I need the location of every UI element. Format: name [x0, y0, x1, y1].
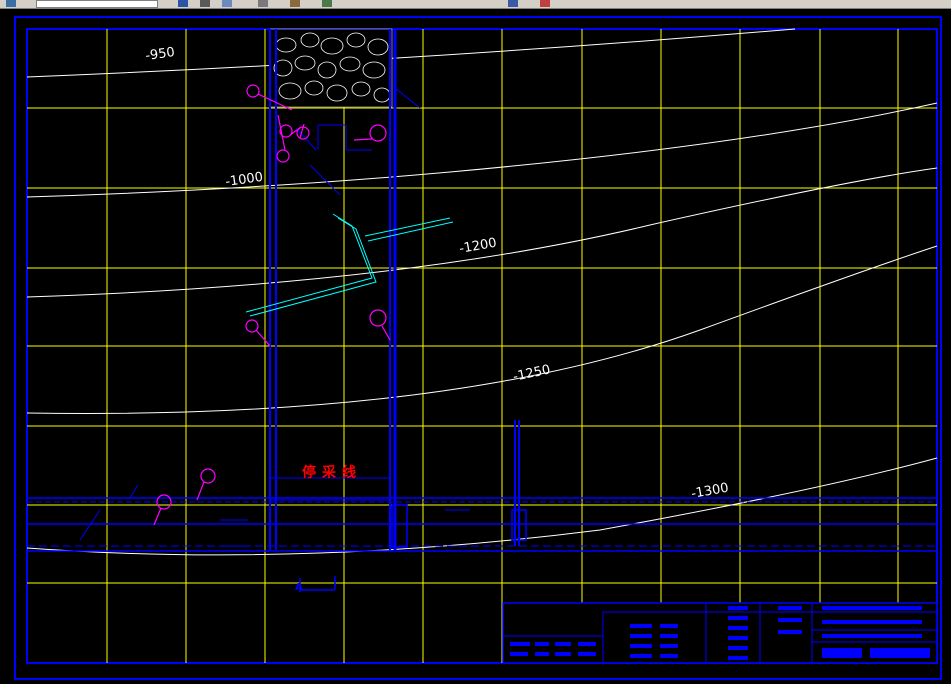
stop-line-label: 停采线 — [302, 464, 362, 481]
section-marker: A — [295, 582, 303, 593]
match-icon[interactable] — [322, 0, 332, 7]
title-block[interactable] — [502, 602, 938, 664]
coordinate-grid — [27, 29, 937, 663]
properties-icon[interactable] — [290, 0, 300, 7]
pan-icon[interactable] — [178, 0, 188, 7]
fault-lines — [245, 213, 454, 317]
close-icon[interactable] — [540, 0, 550, 7]
cad-toolbar — [0, 0, 951, 9]
goaf-zone — [269, 28, 393, 108]
contour-label-1000: -1000 — [224, 170, 264, 190]
drawing-canvas[interactable]: -950 -1000 -1200 -1250 -1300 A 停采线 — [0, 9, 951, 680]
layer-dropdown[interactable] — [36, 0, 158, 8]
roadways — [27, 29, 937, 592]
contour-label-1200: -1200 — [458, 236, 498, 257]
outer-border — [14, 16, 942, 680]
redo-icon[interactable] — [258, 0, 268, 7]
zoom-icon[interactable] — [200, 0, 210, 7]
help-icon[interactable] — [508, 0, 518, 7]
layer-icon[interactable] — [6, 0, 16, 7]
undo-icon[interactable] — [222, 0, 232, 7]
contour-label-950: -950 — [144, 45, 175, 64]
contour-label-1250: -1250 — [512, 362, 552, 385]
